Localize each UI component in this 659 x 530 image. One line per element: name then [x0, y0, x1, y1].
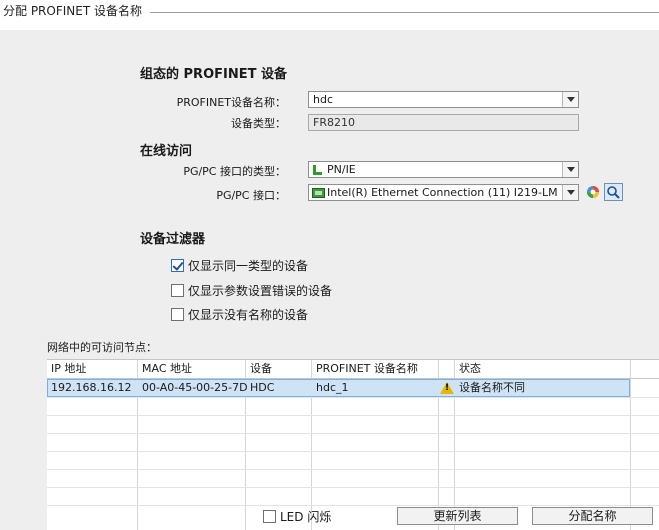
interface-type-value: PN/IE — [327, 163, 356, 176]
accessible-nodes-table[interactable]: IP 地址 MAC 地址 设备 PROFINET 设备名称 状态 192.168… — [47, 359, 659, 530]
row-divider — [47, 505, 659, 506]
row-divider — [47, 415, 659, 416]
row-divider — [47, 487, 659, 488]
device-type-field: FR8210 — [308, 114, 579, 131]
diagnostics-icon[interactable] — [585, 183, 602, 201]
refresh-list-label: 更新列表 — [433, 509, 482, 523]
refresh-list-button[interactable]: 更新列表 — [397, 507, 518, 525]
filter-no-name-label: 仅显示没有名称的设备 — [188, 308, 309, 322]
row-divider — [47, 451, 659, 452]
column-header-profinet-name[interactable]: PROFINET 设备名称 — [312, 360, 418, 378]
interface-value: Intel(R) Ethernet Connection (11) I219-L… — [327, 186, 558, 199]
column-header-mac[interactable]: MAC 地址 — [138, 360, 192, 378]
device-filter-heading: 设备过滤器 — [140, 232, 206, 247]
device-type-value: FR8210 — [313, 116, 355, 129]
warning-icon: ! — [444, 383, 450, 393]
interface-label: PG/PC 接口： — [216, 189, 286, 202]
interface-type-label: PG/PC 接口的类型： — [183, 165, 286, 178]
cell-profinet-name: hdc_1 — [316, 381, 349, 394]
network-card-icon — [312, 188, 325, 198]
column-header-device[interactable]: 设备 — [246, 360, 272, 378]
chevron-down-icon[interactable] — [562, 162, 578, 177]
device-name-value: hdc — [313, 93, 334, 106]
led-blink-label: LED 闪烁 — [280, 510, 332, 524]
row-divider — [47, 397, 659, 398]
accessible-nodes-caption: 网络中的可访问节点： — [47, 341, 157, 354]
led-blink-checkbox[interactable] — [263, 510, 276, 523]
cell-mac: 00-A0-45-00-25-7D — [142, 381, 248, 394]
search-icon[interactable] — [604, 183, 623, 201]
filter-no-name-checkbox[interactable] — [171, 308, 184, 321]
device-name-label: PROFINET设备名称： — [176, 96, 286, 109]
filter-same-type-checkbox[interactable] — [171, 259, 184, 272]
filter-same-type-label: 仅显示同一类型的设备 — [188, 259, 309, 273]
network-plug-icon — [313, 165, 322, 175]
interface-combo[interactable]: Intel(R) Ethernet Connection (11) I219-L… — [308, 184, 579, 201]
title-divider — [150, 12, 659, 13]
filter-param-error-checkbox[interactable] — [171, 284, 184, 297]
row-divider — [47, 469, 659, 470]
column-header-ip[interactable]: IP 地址 — [47, 360, 86, 378]
cell-device: HDC — [250, 381, 275, 394]
dialog-title: 分配 PROFINET 设备名称 — [3, 4, 142, 18]
online-access-heading: 在线访问 — [140, 144, 193, 159]
assign-name-label: 分配名称 — [568, 509, 617, 523]
row-divider — [47, 433, 659, 434]
device-type-label: 设备类型： — [231, 117, 286, 130]
chevron-down-icon[interactable] — [562, 185, 578, 200]
cell-ip: 192.168.16.12 — [51, 381, 132, 394]
cell-status: 设备名称不同 — [459, 381, 525, 394]
column-header-status[interactable]: 状态 — [455, 360, 481, 378]
filter-param-error-label: 仅显示参数设置错误的设备 — [188, 284, 333, 298]
chevron-down-icon[interactable] — [562, 92, 578, 107]
dialog-title-bar: 分配 PROFINET 设备名称 — [0, 0, 659, 30]
device-name-combo[interactable]: hdc — [308, 91, 579, 108]
interface-type-combo[interactable]: PN/IE — [308, 161, 579, 178]
assign-name-button[interactable]: 分配名称 — [532, 507, 653, 525]
configured-device-heading: 组态的 PROFINET 设备 — [140, 67, 287, 82]
